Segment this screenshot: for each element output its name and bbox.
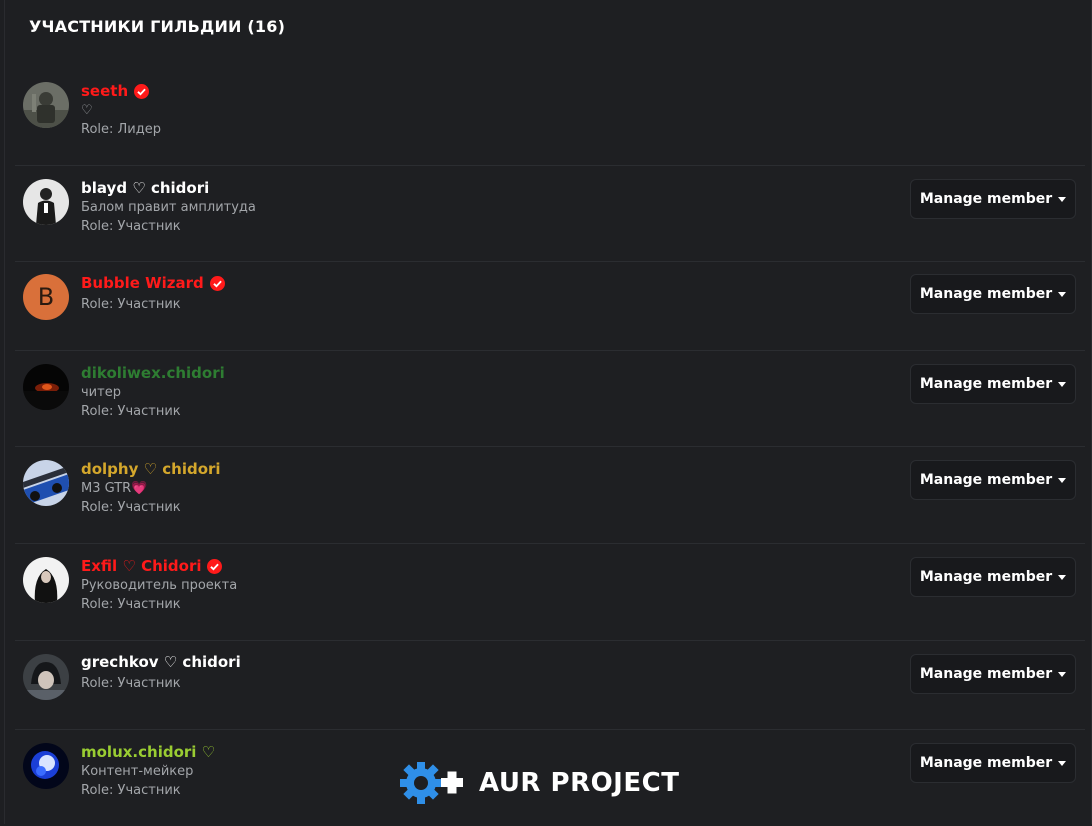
avatar[interactable]	[23, 743, 69, 789]
member-info: molux.chidori ♡ Контент-мейкер Role: Уча…	[81, 742, 215, 800]
manage-member-button[interactable]: Manage member	[910, 654, 1076, 694]
avatar[interactable]	[23, 82, 69, 128]
member-name[interactable]: grechkov ♡ chidori	[81, 653, 241, 671]
guild-members-panel: УЧАСТНИКИ ГИЛЬДИИ (16) seeth ♡ Role: Лид…	[4, 0, 1092, 824]
page-title: УЧАСТНИКИ ГИЛЬДИИ (16)	[29, 17, 286, 36]
member-row: blayd ♡ chidori Балом правит амплитуда R…	[15, 166, 1085, 262]
avatar[interactable]	[23, 654, 69, 700]
manage-member-label: Manage member	[919, 666, 1053, 682]
member-name[interactable]: Exfil ♡ Chidori	[81, 557, 201, 575]
watermark: AUR PROJECT	[397, 758, 679, 808]
member-info: seeth ♡ Role: Лидер	[81, 81, 161, 139]
avatar[interactable]: B	[23, 274, 69, 320]
member-row: dolphy ♡ chidori M3 GTR💗 Role: Участник …	[15, 447, 1085, 544]
manage-member-label: Manage member	[919, 286, 1053, 302]
avatar[interactable]	[23, 179, 69, 225]
member-info: Exfil ♡ Chidori Руководитель проекта Rol…	[81, 556, 237, 614]
member-info: dikoliwex.chidori читер Role: Участник	[81, 363, 225, 421]
chevron-down-icon	[1058, 760, 1067, 766]
avatar-letter: B	[37, 283, 55, 311]
member-status: ♡	[81, 103, 93, 118]
member-info: dolphy ♡ chidori M3 GTR💗 Role: Участник	[81, 459, 221, 517]
chevron-down-icon	[1058, 291, 1067, 297]
member-name[interactable]: dolphy ♡ chidori	[81, 460, 221, 478]
member-role: Role: Участник	[81, 597, 181, 612]
chevron-down-icon	[1058, 381, 1067, 387]
avatar[interactable]	[23, 460, 69, 506]
manage-member-button[interactable]: Manage member	[910, 557, 1076, 597]
member-name[interactable]: blayd ♡ chidori	[81, 179, 209, 197]
member-info: grechkov ♡ chidori Role: Участник	[81, 652, 241, 693]
avatar[interactable]	[23, 557, 69, 603]
member-role: Role: Участник	[81, 500, 181, 515]
member-info: blayd ♡ chidori Балом правит амплитуда R…	[81, 178, 256, 236]
member-row: B Bubble Wizard Role: Участник Manage me…	[15, 262, 1085, 351]
member-status: читер	[81, 385, 121, 400]
member-name[interactable]: Bubble Wizard	[81, 274, 204, 292]
member-status: Руководитель проекта	[81, 578, 238, 593]
member-list: seeth ♡ Role: Лидер blayd ♡ chidori Бало…	[15, 66, 1085, 826]
verified-icon	[209, 275, 225, 291]
member-role: Role: Участник	[81, 297, 181, 312]
manage-member-label: Manage member	[919, 755, 1053, 771]
chevron-down-icon	[1058, 196, 1067, 202]
member-status: M3 GTR💗	[81, 481, 148, 496]
verified-icon	[134, 83, 150, 99]
member-role: Role: Участник	[81, 676, 181, 691]
member-role: Role: Участник	[81, 404, 181, 419]
member-role: Role: Лидер	[81, 122, 161, 137]
member-name[interactable]: dikoliwex.chidori	[81, 364, 225, 382]
member-row: dikoliwex.chidori читер Role: Участник M…	[15, 351, 1085, 447]
watermark-text: AUR PROJECT	[479, 768, 680, 798]
chevron-down-icon	[1058, 671, 1067, 677]
gear-plus-icon	[400, 762, 463, 804]
member-row: seeth ♡ Role: Лидер	[15, 66, 1085, 166]
manage-member-button[interactable]: Manage member	[910, 743, 1076, 783]
member-name[interactable]: seeth	[81, 82, 128, 100]
member-status: Балом правит амплитуда	[81, 200, 256, 215]
member-status: Контент-мейкер	[81, 764, 194, 779]
manage-member-label: Manage member	[919, 472, 1053, 488]
manage-member-label: Manage member	[919, 191, 1053, 207]
manage-member-button[interactable]: Manage member	[910, 364, 1076, 404]
member-role: Role: Участник	[81, 219, 181, 234]
manage-member-button[interactable]: Manage member	[910, 179, 1076, 219]
verified-icon	[207, 558, 223, 574]
manage-member-label: Manage member	[919, 376, 1053, 392]
manage-member-button[interactable]: Manage member	[910, 274, 1076, 314]
chevron-down-icon	[1058, 574, 1067, 580]
member-row: grechkov ♡ chidori Role: Участник Manage…	[15, 641, 1085, 730]
member-role: Role: Участник	[81, 783, 181, 798]
member-info: Bubble Wizard Role: Участник	[81, 273, 225, 314]
avatar[interactable]	[23, 364, 69, 410]
manage-member-button[interactable]: Manage member	[910, 460, 1076, 500]
member-name[interactable]: molux.chidori ♡	[81, 743, 215, 761]
member-row: Exfil ♡ Chidori Руководитель проекта Rol…	[15, 544, 1085, 641]
manage-member-label: Manage member	[919, 569, 1053, 585]
chevron-down-icon	[1058, 477, 1067, 483]
